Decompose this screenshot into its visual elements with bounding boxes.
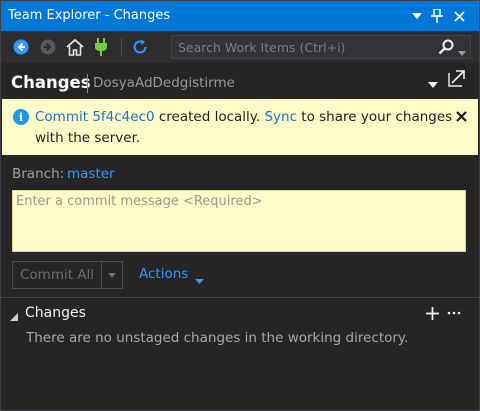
info-message-line2: with the server. xyxy=(35,130,141,146)
toolbar-separator xyxy=(121,38,122,56)
commit-options-dropdown[interactable] xyxy=(102,261,123,289)
search-options-dropdown-icon[interactable] xyxy=(458,45,466,60)
info-bar: i Commit 5f4c4ec0 created locally. Sync … xyxy=(2,99,478,155)
repository-name: DosyaAdDedgistirme xyxy=(93,75,235,91)
dropdown-arrow-icon xyxy=(108,272,116,278)
search-icon[interactable] xyxy=(438,39,454,59)
info-icon: i xyxy=(13,109,29,125)
plus-icon[interactable] xyxy=(423,303,441,323)
commit-link[interactable]: Commit 5f4c4ec0 xyxy=(35,109,155,125)
refresh-icon[interactable] xyxy=(130,37,150,57)
commit-message-placeholder: Enter a commit message <Required> xyxy=(16,194,263,209)
close-window-icon[interactable] xyxy=(449,6,469,26)
window-menu-dropdown-icon[interactable] xyxy=(407,6,427,26)
window-title: Team Explorer - Changes xyxy=(8,8,171,23)
team-explorer-window: Team Explorer - Changes Search Work Item… xyxy=(0,0,480,411)
actions-menu[interactable]: Actions xyxy=(139,266,188,282)
collapse-triangle-icon[interactable] xyxy=(10,310,18,325)
navigation-toolbar: Search Work Items (Ctrl+i) xyxy=(1,31,479,63)
info-message-line1: Commit 5f4c4ec0 created locally. Sync to… xyxy=(35,109,452,125)
plug-icon[interactable] xyxy=(91,37,111,57)
commit-all-button[interactable]: Commit All xyxy=(12,261,102,289)
commit-all-label: Commit All xyxy=(20,267,95,283)
navigate-arrow-icon[interactable] xyxy=(448,69,466,91)
back-arrow-icon[interactable] xyxy=(11,37,31,57)
sync-link[interactable]: Sync xyxy=(264,109,297,125)
close-icon[interactable] xyxy=(452,107,470,125)
pin-icon[interactable] xyxy=(427,6,447,26)
ellipsis-icon[interactable] xyxy=(444,303,464,323)
search-placeholder: Search Work Items (Ctrl+i) xyxy=(178,40,346,55)
actions-dropdown-icon[interactable] xyxy=(195,273,204,288)
info-text-2: to share your changes xyxy=(297,109,453,125)
branch-label: Branch: xyxy=(12,166,65,182)
page-header: Changes DosyaAdDedgistirme xyxy=(1,63,479,99)
page-dropdown-icon[interactable] xyxy=(428,77,438,92)
commit-message-input[interactable]: Enter a commit message <Required> xyxy=(12,190,466,252)
search-work-items-input[interactable]: Search Work Items (Ctrl+i) xyxy=(171,35,471,59)
no-changes-message: There are no unstaged changes in the wor… xyxy=(26,330,409,346)
header-separator xyxy=(87,74,88,93)
title-bar: Team Explorer - Changes xyxy=(1,1,479,31)
page-title: Changes xyxy=(11,73,91,92)
section-divider xyxy=(1,297,479,298)
home-icon[interactable] xyxy=(65,37,85,57)
branch-link[interactable]: master xyxy=(67,166,115,182)
info-text: created locally. xyxy=(154,109,265,125)
forward-arrow-icon[interactable] xyxy=(38,37,58,57)
changes-section-title: Changes xyxy=(25,305,86,321)
changes-section-header[interactable]: Changes xyxy=(1,303,479,325)
